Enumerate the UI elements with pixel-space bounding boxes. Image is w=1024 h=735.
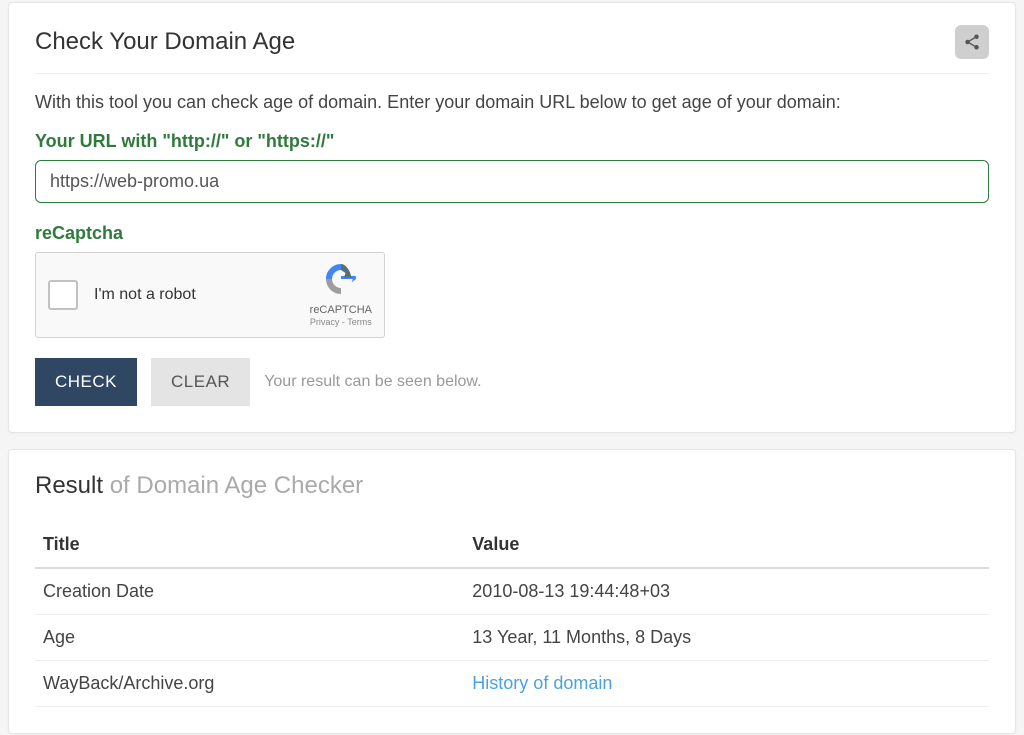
- row-value: 13 Year, 11 Months, 8 Days: [464, 615, 989, 661]
- clear-button[interactable]: CLEAR: [151, 358, 250, 406]
- table-row: Creation Date2010-08-13 19:44:48+03: [35, 568, 989, 615]
- intro-text: With this tool you can check age of doma…: [35, 92, 989, 113]
- page-title: Check Your Domain Age: [35, 28, 295, 56]
- column-value: Value: [464, 522, 989, 568]
- result-hint: Your result can be seen below.: [264, 373, 481, 391]
- result-table: Title Value Creation Date2010-08-13 19:4…: [35, 522, 989, 707]
- result-card: Result of Domain Age Checker Title Value…: [8, 449, 1016, 734]
- url-label: Your URL with "http://" or "https://": [35, 131, 989, 152]
- row-value: History of domain: [464, 661, 989, 707]
- table-row: Age13 Year, 11 Months, 8 Days: [35, 615, 989, 661]
- history-link[interactable]: History of domain: [472, 673, 612, 693]
- result-title-muted: of Domain Age Checker: [103, 472, 363, 499]
- row-title: WayBack/Archive.org: [35, 661, 464, 707]
- card-header: Check Your Domain Age: [35, 25, 989, 74]
- row-value: 2010-08-13 19:44:48+03: [464, 568, 989, 615]
- share-button[interactable]: [955, 25, 989, 59]
- result-title-strong: Result: [35, 472, 103, 499]
- recaptcha-label: reCaptcha: [35, 223, 989, 244]
- recaptcha-text: I'm not a robot: [94, 286, 310, 304]
- recaptcha-links[interactable]: Privacy - Terms: [310, 317, 372, 329]
- check-button[interactable]: CHECK: [35, 358, 137, 406]
- row-title: Creation Date: [35, 568, 464, 615]
- recaptcha-icon: [323, 261, 359, 297]
- checker-card: Check Your Domain Age With this tool you…: [8, 2, 1016, 433]
- button-row: CHECK CLEAR Your result can be seen belo…: [35, 358, 989, 406]
- recaptcha-checkbox[interactable]: [48, 280, 78, 310]
- recaptcha-widget: I'm not a robot reCAPTCHA Privacy - Term…: [35, 252, 385, 338]
- url-input[interactable]: [35, 160, 989, 203]
- column-title: Title: [35, 522, 464, 568]
- row-title: Age: [35, 615, 464, 661]
- recaptcha-brand: reCAPTCHA: [310, 303, 372, 317]
- share-icon: [963, 33, 981, 51]
- recaptcha-branding: reCAPTCHA Privacy - Terms: [310, 261, 372, 329]
- table-row: WayBack/Archive.org History of domain: [35, 661, 989, 707]
- result-title: Result of Domain Age Checker: [35, 472, 989, 500]
